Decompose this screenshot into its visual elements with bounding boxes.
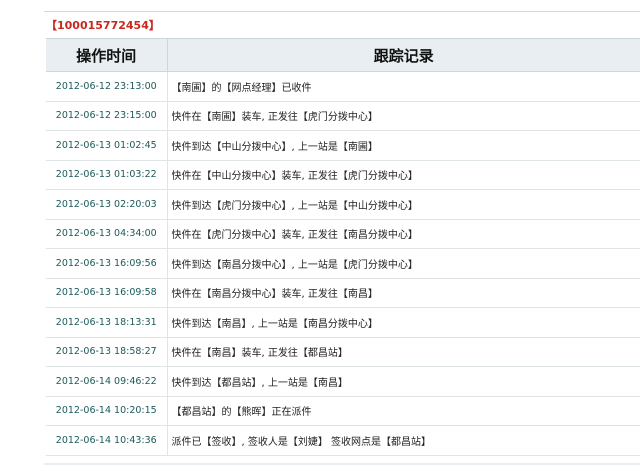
- table-row: 2012-06-13 01:03:22 快件在【中山分拨中心】装车, 正发往【虎门…: [46, 160, 640, 190]
- operation-time: 2012-06-14 09:46:22: [46, 366, 168, 397]
- table-row: 2012-06-14 10:43:36 派件已【签收】, 签收人是【刘婕】 签收网…: [46, 425, 640, 456]
- operation-time: 2012-06-13 02:20:03: [46, 189, 168, 220]
- operation-time: 2012-06-13 16:09:58: [46, 278, 168, 308]
- table-header-row: 操作时间 跟踪记录: [46, 38, 640, 72]
- tracking-number: 【100015772454】: [46, 19, 160, 32]
- operation-time: 2012-06-13 04:34:00: [46, 219, 168, 249]
- table-row: 2012-06-13 18:13:31 快件到达【南昌】, 上一站是【南昌分拨中心…: [46, 307, 640, 338]
- operation-time: 2012-06-13 18:13:31: [46, 307, 168, 338]
- tracking-record: 快件到达【都昌站】, 上一站是【南昌】: [167, 366, 640, 397]
- table-row: 2012-06-13 04:34:00 快件在【虎门分拨中心】装车, 正发往【南昌…: [46, 219, 640, 249]
- tracking-record: 快件到达【南昌分拨中心】, 上一站是【虎门分拨中心】: [167, 248, 640, 279]
- operation-time: 2012-06-13 01:02:45: [46, 130, 168, 161]
- operation-time: 2012-06-13 18:58:27: [46, 337, 168, 367]
- operation-time: 2012-06-14 10:20:15: [46, 396, 168, 426]
- tracking-record: 快件在【南昌分拨中心】装车, 正发往【南昌】: [167, 278, 640, 308]
- table-body: 2012-06-12 23:13:00 【南圃】的【网点经理】已收件 2012-06…: [46, 71, 640, 456]
- table-row: 2012-06-13 16:09:58 快件在【南昌分拨中心】装车, 正发往【南昌…: [46, 278, 640, 308]
- tracking-record: 快件在【中山分拨中心】装车, 正发往【虎门分拨中心】: [167, 160, 640, 190]
- header-time: 操作时间: [46, 38, 167, 72]
- operation-time: 2012-06-12 23:13:00: [46, 71, 168, 102]
- tracking-record: 快件在【虎门分拨中心】装车, 正发往【南昌分拨中心】: [167, 219, 640, 249]
- operation-time: 2012-06-12 23:15:00: [46, 101, 168, 131]
- table-row: 2012-06-13 16:09:56 快件到达【南昌分拨中心】, 上一站是【虎门…: [46, 248, 640, 279]
- top-divider: [44, 11, 640, 12]
- tracking-record: 快件到达【中山分拨中心】, 上一站是【南圃】: [167, 130, 640, 161]
- tracking-record: 【都昌站】的【熊晖】正在派件: [167, 396, 640, 426]
- tracking-record: 快件在【南圃】装车, 正发往【虎门分拨中心】: [167, 101, 640, 131]
- table-row: 2012-06-12 23:15:00 快件在【南圃】装车, 正发往【虎门分拨中心…: [46, 101, 640, 131]
- table-row: 2012-06-13 02:20:03 快件到达【虎门分拨中心】, 上一站是【中山…: [46, 189, 640, 220]
- table-row: 2012-06-13 01:02:45 快件到达【中山分拨中心】, 上一站是【南圃…: [46, 130, 640, 161]
- operation-time: 2012-06-13 16:09:56: [46, 248, 168, 279]
- tracking-table: 操作时间 跟踪记录 2012-06-12 23:13:00 【南圃】的【网点经理】…: [46, 38, 640, 456]
- bottom-divider: [44, 463, 640, 465]
- table-row: 2012-06-14 09:46:22 快件到达【都昌站】, 上一站是【南昌】: [46, 366, 640, 397]
- header-record: 跟踪记录: [166, 38, 640, 72]
- tracking-record: 【南圃】的【网点经理】已收件: [167, 71, 640, 102]
- table-row: 2012-06-13 18:58:27 快件在【南昌】装车, 正发往【都昌站】: [46, 337, 640, 367]
- table-row: 2012-06-14 10:20:15 【都昌站】的【熊晖】正在派件: [46, 396, 640, 426]
- table-row: 2012-06-12 23:13:00 【南圃】的【网点经理】已收件: [46, 71, 640, 102]
- operation-time: 2012-06-13 01:03:22: [46, 160, 168, 190]
- tracking-record: 快件到达【虎门分拨中心】, 上一站是【中山分拨中心】: [167, 189, 640, 220]
- tracking-record: 快件在【南昌】装车, 正发往【都昌站】: [167, 337, 640, 367]
- operation-time: 2012-06-14 10:43:36: [46, 425, 168, 456]
- tracking-record: 快件到达【南昌】, 上一站是【南昌分拨中心】: [167, 307, 640, 338]
- tracking-record: 派件已【签收】, 签收人是【刘婕】 签收网点是【都昌站】: [167, 425, 640, 456]
